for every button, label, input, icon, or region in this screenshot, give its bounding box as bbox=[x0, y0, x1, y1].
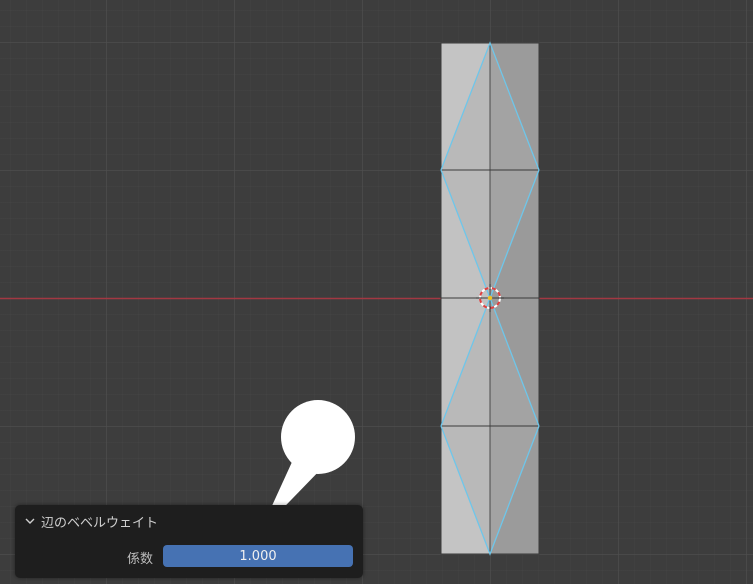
adjust-last-operation-panel: 辺のベベルウェイト 係数 1.000 bbox=[15, 505, 363, 578]
callout-bubble-icon bbox=[260, 400, 355, 532]
panel-header[interactable]: 辺のベベルウェイト bbox=[23, 511, 158, 531]
3d-viewport[interactable]: 辺のベベルウェイト 係数 1.000 bbox=[0, 0, 753, 584]
factor-label: 係数 bbox=[126, 552, 153, 567]
chevron-down-icon[interactable] bbox=[23, 514, 37, 528]
factor-value-field[interactable]: 1.000 bbox=[163, 545, 353, 567]
panel-title: 辺のベベルウェイト bbox=[41, 515, 159, 531]
